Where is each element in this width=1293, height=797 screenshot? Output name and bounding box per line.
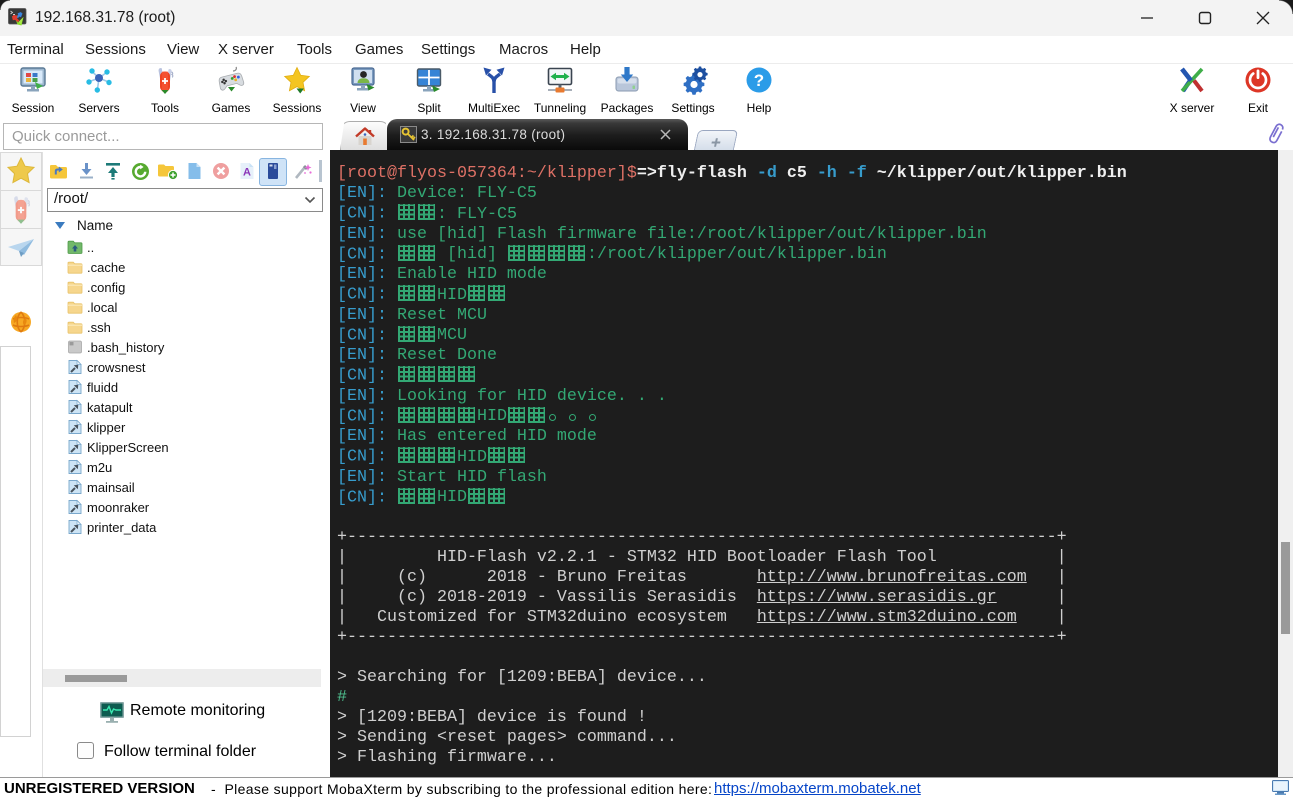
svg-text:?: ? <box>754 71 764 90</box>
svg-text:A: A <box>243 167 251 179</box>
